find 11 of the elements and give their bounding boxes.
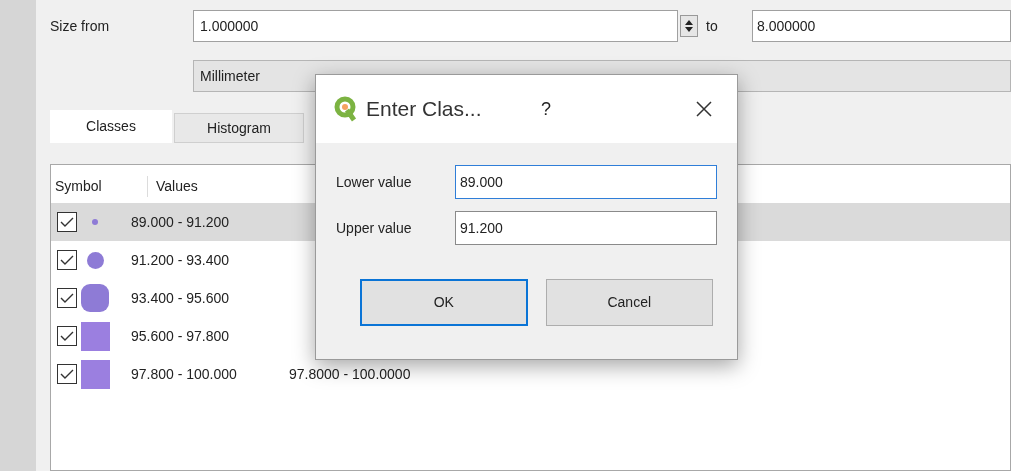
value-range: 93.400 - 95.600 [131,288,231,308]
to-label: to [706,16,719,36]
legend-text: 97.8000 - 100.0000 [289,364,411,384]
value-range: 91.200 - 93.400 [131,250,231,270]
dialog-title: Enter Clas... [366,96,483,123]
value-range: 95.600 - 97.800 [131,326,231,346]
field-label: Lower value [336,172,413,192]
field-label: Upper value [336,218,413,238]
value-range: 97.800 - 100.000 [131,364,238,384]
size-label: Size from [50,16,111,36]
value-range: 89.000 - 91.200 [131,212,231,232]
